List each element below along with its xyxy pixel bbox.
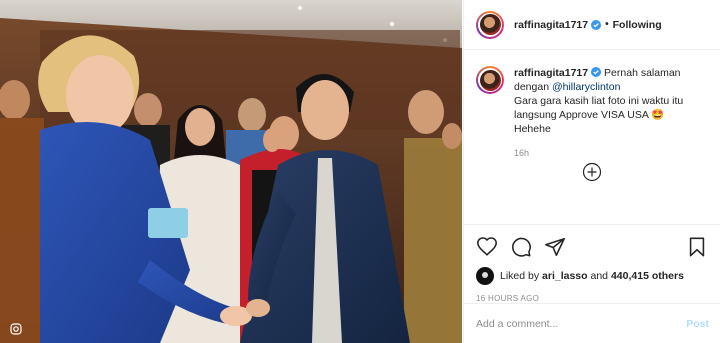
likes-count[interactable]: 440,415 others [611,270,684,282]
comment-input[interactable] [476,317,687,330]
post-sidebar: raffinagita1717 • Following raffinagita1… [463,0,720,343]
author-avatar[interactable] [476,10,504,39]
author-username[interactable]: raffinagita1717 [514,19,588,31]
caption-username[interactable]: raffinagita1717 [514,67,588,79]
liker-avatar[interactable] [476,267,494,285]
post-time-ago[interactable]: 16 HOURS AGO [476,294,708,303]
header-separator: • [605,19,609,30]
verified-badge-icon [591,19,602,30]
plus-circle-icon[interactable] [582,162,602,182]
bookmark-icon[interactable] [686,236,708,258]
caption-line-2: Gara gara kasih liat foto ini waktu itu … [514,95,684,121]
photo-illustration [0,0,462,343]
caption-author-avatar[interactable] [476,66,504,94]
liked-by-prefix: Liked by [500,270,540,282]
liked-by-and: and [590,270,609,282]
following-button[interactable]: Following [613,19,662,31]
post-comment-button[interactable]: Post [686,318,709,330]
post-photo[interactable] [0,0,462,343]
instagram-watermark-icon [10,323,22,335]
post-header: raffinagita1717 • Following [464,0,720,50]
comment-bar: Post [464,303,720,343]
caption-text: raffinagita1717 Pernah salaman dengan @h… [514,66,708,136]
caption-timestamp: 16h [514,148,530,158]
comment-bubble-icon[interactable] [510,236,532,258]
caption-verified-icon [591,67,602,77]
heart-icon[interactable] [476,236,498,258]
caption-mention-link[interactable]: @hillaryclinton [552,81,620,93]
likes-summary: Liked by ari_lasso and 440,415 others [476,267,708,285]
paper-plane-icon[interactable] [544,236,566,258]
caption-area: raffinagita1717 Pernah salaman dengan @h… [464,50,720,224]
caption-line-3: Hehehe [514,123,551,135]
liked-by-user[interactable]: ari_lasso [542,270,588,282]
